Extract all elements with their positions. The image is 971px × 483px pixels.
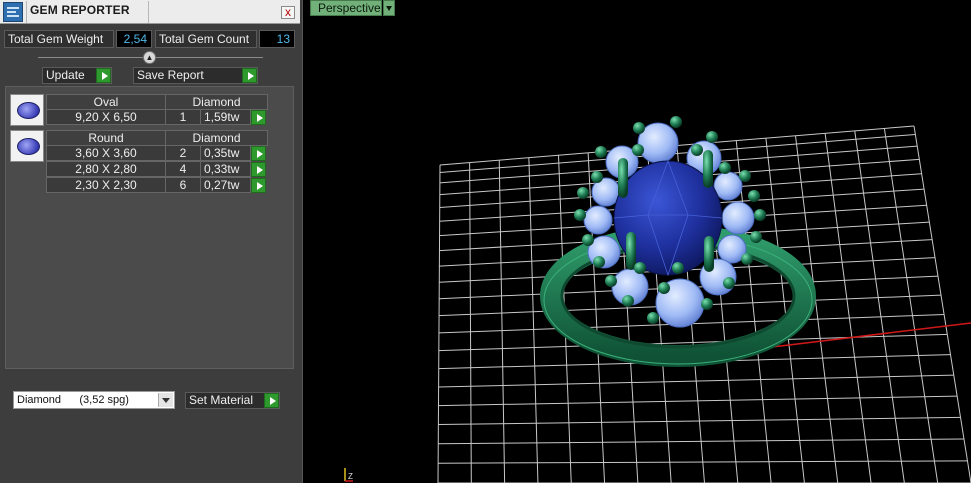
oval-gem-icon[interactable] <box>10 94 44 126</box>
panel-titlebar[interactable]: GEM REPORTER x <box>0 0 300 24</box>
title-separator <box>26 1 27 23</box>
close-icon[interactable]: x <box>281 6 295 19</box>
total-gem-weight-value: 2,54 <box>116 30 152 48</box>
view-mode-button[interactable]: Perspective <box>310 0 382 16</box>
gem-weight-cell: 0,35tw <box>200 145 251 161</box>
title-separator <box>148 1 149 23</box>
update-button[interactable]: Update <box>42 67 112 84</box>
play-arrow-icon[interactable] <box>251 110 266 125</box>
gem-count-cell: 6 <box>165 177 201 193</box>
panel-title: GEM REPORTER <box>30 3 130 17</box>
save-report-label: Save Report <box>137 68 204 82</box>
play-arrow-icon[interactable] <box>251 178 266 193</box>
round-gem-icon[interactable] <box>10 130 44 162</box>
update-label: Update <box>46 68 85 82</box>
gem-reporter-panel: GEM REPORTER x Total Gem Weight 2,54 Tot… <box>0 0 303 483</box>
viewport-scene[interactable] <box>308 0 971 483</box>
gem-size-cell: 2,80 X 2,80 <box>46 161 166 177</box>
play-arrow-icon[interactable] <box>242 68 257 83</box>
gem-size-cell: 9,20 X 6,50 <box>46 109 166 125</box>
save-report-button[interactable]: Save Report <box>133 67 258 84</box>
gem-shape-header: Oval <box>46 94 166 110</box>
total-gem-count-value: 13 <box>259 30 295 48</box>
gem-weight-cell: 1,59tw <box>200 109 251 125</box>
play-arrow-icon[interactable] <box>96 68 111 83</box>
axis-gizmo-icon: Z <box>344 468 353 482</box>
gem-reporter-app-icon <box>3 2 23 22</box>
gem-list: Oval Diamond 9,20 X 6,50 1 1,59tw Round … <box>5 86 294 369</box>
gem-size-cell: 3,60 X 3,60 <box>46 145 166 161</box>
gem-weight-cell: 0,27tw <box>200 177 251 193</box>
gem-count-cell: 1 <box>165 109 201 125</box>
material-dropdown[interactable]: Diamond (3,52 spg) <box>13 391 175 409</box>
gem-shape-header: Round <box>46 130 166 146</box>
gem-count-cell: 2 <box>165 145 201 161</box>
gem-material-header: Diamond <box>165 94 268 110</box>
total-gem-weight-label: Total Gem Weight <box>4 30 114 48</box>
perspective-viewport[interactable]: Perspective Z <box>308 0 971 483</box>
collapse-arrow-icon[interactable]: ▲ <box>143 51 156 64</box>
set-material-button[interactable]: Set Material <box>185 392 280 409</box>
total-gem-count-label: Total Gem Count <box>155 30 257 48</box>
gem-weight-cell: 0,33tw <box>200 161 251 177</box>
gem-material-header: Diamond <box>165 130 268 146</box>
gem-size-cell: 2,30 X 2,30 <box>46 177 166 193</box>
dropdown-arrow-icon[interactable] <box>158 393 173 407</box>
set-material-label: Set Material <box>189 393 254 407</box>
dropdown-arrow-icon[interactable] <box>383 0 395 16</box>
play-arrow-icon[interactable] <box>264 393 279 408</box>
gem-count-cell: 4 <box>165 161 201 177</box>
material-dropdown-value: Diamond (3,52 spg) <box>17 394 129 406</box>
play-arrow-icon[interactable] <box>251 162 266 177</box>
axis-gizmo-label: Z <box>348 472 353 481</box>
play-arrow-icon[interactable] <box>251 146 266 161</box>
